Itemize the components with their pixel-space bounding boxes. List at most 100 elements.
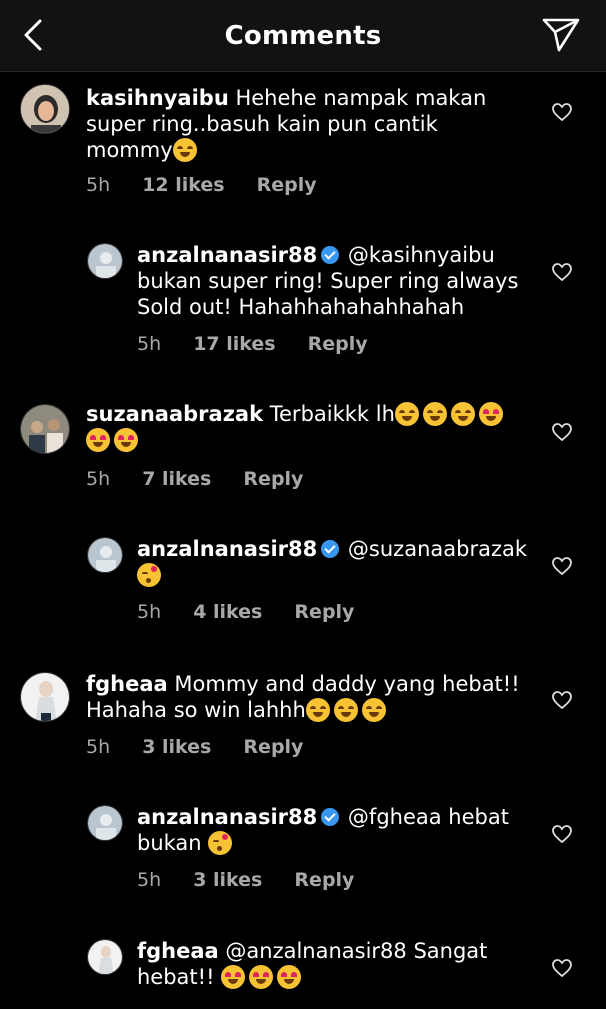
- likes-count[interactable]: 17 likes: [193, 333, 275, 355]
- likes-count[interactable]: 3 likes: [142, 736, 211, 758]
- reply-button[interactable]: Reply: [294, 601, 354, 623]
- comment-line: bukan super ring! Super ring always: [137, 269, 519, 293]
- comment-line: Hahaha so win lahhh: [86, 698, 306, 722]
- mention-text[interactable]: @kasihnyaibu: [348, 243, 495, 267]
- avatar-image: [21, 673, 69, 721]
- likes-count[interactable]: 7 likes: [142, 468, 211, 490]
- mention-text[interactable]: @suzanaabrazak: [348, 537, 527, 561]
- like-button[interactable]: [550, 688, 574, 712]
- like-button[interactable]: [550, 956, 574, 980]
- avatar[interactable]: [87, 805, 123, 841]
- like-button[interactable]: [550, 260, 574, 284]
- heart-icon: [552, 959, 572, 977]
- comment-meta: 5h 4 likes Reply: [137, 601, 380, 623]
- heart-icon: [552, 825, 572, 843]
- heart-icon: [552, 103, 572, 121]
- timestamp: 5h: [137, 333, 162, 355]
- username[interactable]: anzalnanasir88: [137, 805, 317, 829]
- timestamp: 5h: [86, 736, 111, 758]
- comment-meta: 5h 3 likes Reply: [86, 736, 329, 758]
- header-bar: Comments: [0, 0, 606, 72]
- comment-item: fgheaa Mommy and daddy yang hebat!! Haha…: [0, 670, 606, 770]
- laughing-emoji-icon: [333, 698, 358, 722]
- like-button[interactable]: [550, 100, 574, 124]
- comment-reply-item: anzalnanasir88 @suzanaabrazak 5h 4 likes…: [0, 534, 606, 634]
- kissing-emoji-icon: [137, 563, 161, 587]
- comment-line: hebat!!: [137, 965, 215, 989]
- like-button[interactable]: [550, 822, 574, 846]
- reply-button[interactable]: Reply: [243, 468, 303, 490]
- comment-text: anzalnanasir88 @kasihnyaibu bukan super …: [137, 242, 537, 320]
- username[interactable]: anzalnanasir88: [137, 243, 317, 267]
- comment-line: Mommy and daddy yang hebat!!: [174, 672, 520, 696]
- comment-line: Sold out! Hahahhahahahhahah: [137, 295, 465, 319]
- comment-item: kasihnyaibu Hehehe nampak makan super ri…: [0, 78, 606, 208]
- verified-badge-icon: [321, 540, 340, 558]
- avatar[interactable]: [20, 84, 70, 134]
- avatar-image: [88, 806, 122, 840]
- username[interactable]: anzalnanasir88: [137, 537, 317, 561]
- laughing-emoji-icon: [394, 402, 419, 426]
- likes-count[interactable]: 3 likes: [193, 869, 262, 891]
- laughing-emoji-icon: [450, 402, 475, 426]
- avatar-image: [88, 244, 122, 278]
- avatar[interactable]: [20, 672, 70, 722]
- laughing-emoji-icon: [422, 402, 447, 426]
- avatar-image: [88, 940, 122, 974]
- heart-icon: [552, 423, 572, 441]
- comment-meta: 5h 12 likes Reply: [86, 174, 343, 196]
- page-title: Comments: [224, 21, 382, 51]
- avatar-image: [88, 538, 122, 572]
- heart-icon: [552, 691, 572, 709]
- heart-icon: [552, 557, 572, 575]
- avatar[interactable]: [87, 939, 123, 975]
- heart-eyes-emoji-icon: [277, 965, 302, 989]
- mention-text[interactable]: @anzalnanasir88 Sangat: [225, 939, 487, 963]
- verified-badge-icon: [321, 808, 340, 826]
- reply-button[interactable]: Reply: [257, 174, 317, 196]
- comment-line: super ring..basuh kain pun cantik: [86, 112, 438, 136]
- paper-plane-icon: [542, 18, 580, 52]
- heart-eyes-emoji-icon: [114, 428, 138, 452]
- comment-reply-item: anzalnanasir88 @kasihnyaibu bukan super …: [0, 238, 606, 368]
- reply-button[interactable]: Reply: [308, 333, 368, 355]
- share-button[interactable]: [540, 16, 582, 54]
- username[interactable]: fgheaa: [137, 939, 219, 963]
- like-button[interactable]: [550, 554, 574, 578]
- avatar[interactable]: [87, 537, 123, 573]
- comment-line: Terbaikkk lh: [269, 402, 395, 426]
- comment-text: fgheaa Mommy and daddy yang hebat!! Haha…: [86, 671, 526, 723]
- comment-text: anzalnanasir88 @suzanaabrazak: [137, 536, 537, 588]
- heart-eyes-emoji-icon: [221, 965, 246, 989]
- comment-meta: 5h 7 likes Reply: [86, 468, 329, 490]
- comment-text: fgheaa @anzalnanasir88 Sangat hebat!!: [137, 938, 537, 990]
- username[interactable]: kasihnyaibu: [86, 86, 229, 110]
- comment-item: suzanaabrazak Terbaikkk lh 5h 7 likes Re…: [0, 400, 606, 510]
- verified-badge-icon: [321, 246, 340, 264]
- heart-icon: [552, 263, 572, 281]
- likes-count[interactable]: 4 likes: [193, 601, 262, 623]
- comment-reply-item: fgheaa @anzalnanasir88 Sangat hebat!!: [0, 936, 606, 1009]
- comment-meta: 5h 17 likes Reply: [137, 333, 394, 355]
- mention-text[interactable]: @fgheaa hebat: [348, 805, 509, 829]
- reply-button[interactable]: Reply: [243, 736, 303, 758]
- reply-button[interactable]: Reply: [294, 869, 354, 891]
- comment-meta: 5h 3 likes Reply: [137, 869, 380, 891]
- avatar-image: [21, 405, 69, 453]
- like-button[interactable]: [550, 420, 574, 444]
- avatar-image: [21, 85, 69, 133]
- comment-text: suzanaabrazak Terbaikkk lh: [86, 401, 526, 453]
- heart-eyes-emoji-icon: [86, 428, 110, 452]
- avatar[interactable]: [20, 404, 70, 454]
- comment-line: bukan: [137, 831, 202, 855]
- timestamp: 5h: [86, 174, 111, 196]
- laughing-emoji-icon: [172, 138, 197, 162]
- username[interactable]: fgheaa: [86, 672, 168, 696]
- username[interactable]: suzanaabrazak: [86, 402, 263, 426]
- timestamp: 5h: [137, 601, 162, 623]
- heart-eyes-emoji-icon: [249, 965, 274, 989]
- comment-line: Hehehe nampak makan: [235, 86, 487, 110]
- likes-count[interactable]: 12 likes: [142, 174, 224, 196]
- avatar[interactable]: [87, 243, 123, 279]
- comment-text: kasihnyaibu Hehehe nampak makan super ri…: [86, 85, 526, 163]
